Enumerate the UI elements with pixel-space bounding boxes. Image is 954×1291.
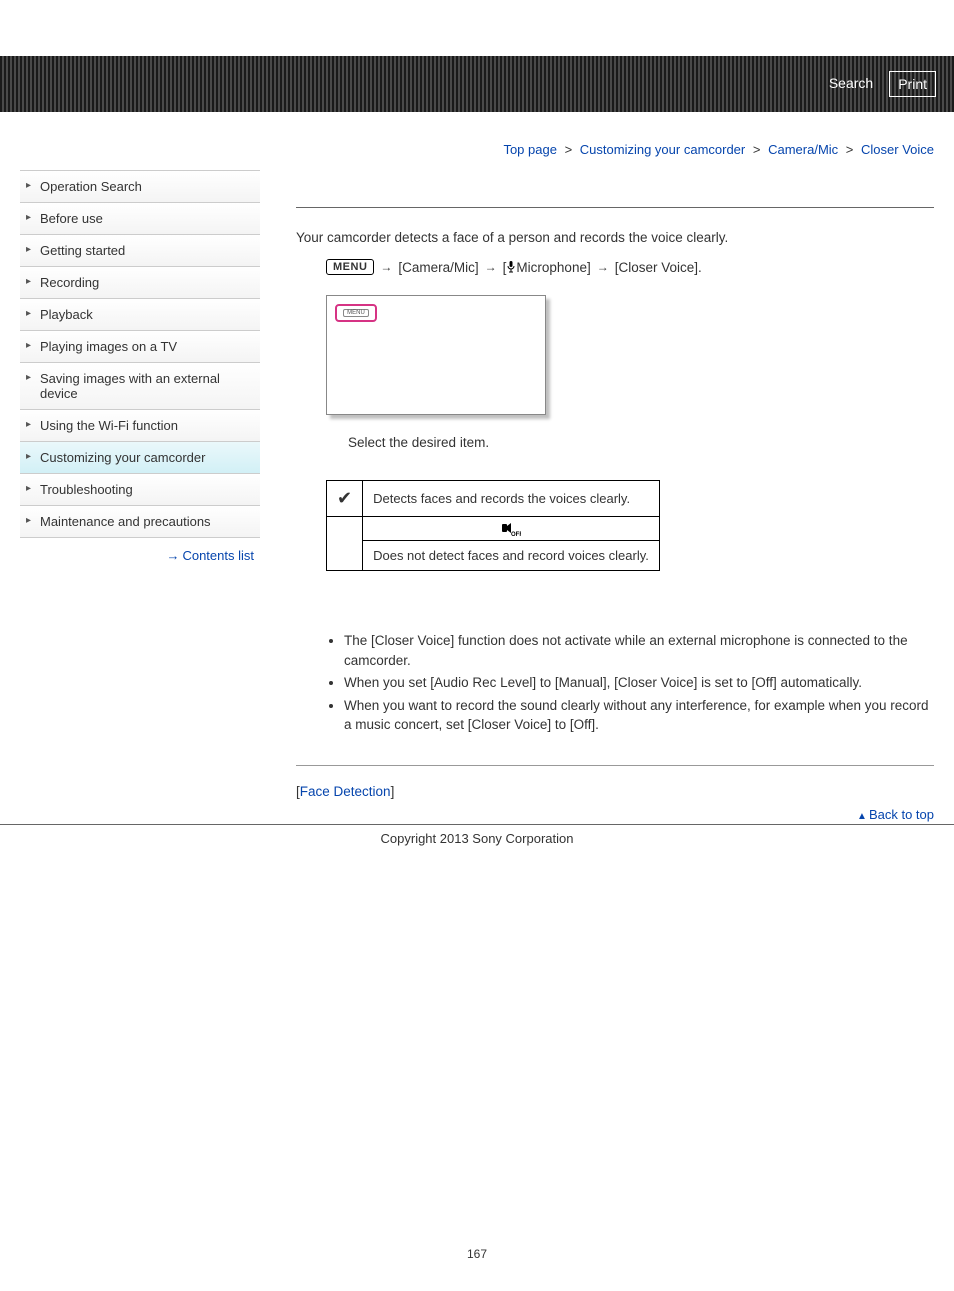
path-segment: [Microphone]	[503, 260, 591, 275]
sidebar-item-label: Operation Search	[40, 179, 142, 194]
note-item: When you want to record the sound clearl…	[344, 696, 934, 735]
path-segment: [Camera/Mic]	[398, 260, 478, 275]
sidebar: Operation Search Before use Getting star…	[20, 112, 260, 822]
check-icon: ✔	[327, 481, 363, 517]
nav-list: Operation Search Before use Getting star…	[20, 170, 260, 538]
arrow-right-icon: →	[380, 260, 392, 274]
table-row: OFF	[327, 517, 660, 541]
sidebar-item-wifi[interactable]: Using the Wi-Fi function	[20, 410, 260, 442]
sidebar-item-label: Customizing your camcorder	[40, 450, 205, 465]
sidebar-item-label: Troubleshooting	[40, 482, 133, 497]
sidebar-item-playing-tv[interactable]: Playing images on a TV	[20, 331, 260, 363]
table-row: Does not detect faces and record voices …	[327, 541, 660, 571]
breadcrumb-l2[interactable]: Camera/Mic	[768, 142, 838, 157]
sidebar-item-label: Using the Wi-Fi function	[40, 418, 178, 433]
path-text: Microphone]	[516, 260, 590, 275]
sidebar-item-saving-external[interactable]: Saving images with an external device	[20, 363, 260, 410]
triangle-up-icon: ▲	[857, 811, 867, 822]
note-item: When you set [Audio Rec Level] to [Manua…	[344, 673, 934, 693]
notes-list: The [Closer Voice] function does not act…	[344, 631, 934, 735]
closer-voice-off-icon: OFF	[501, 521, 521, 537]
sidebar-item-playback[interactable]: Playback	[20, 299, 260, 331]
path-segment: [Closer Voice].	[615, 260, 702, 275]
step-instruction: Select the desired item.	[348, 435, 934, 450]
breadcrumb-top[interactable]: Top page	[503, 142, 557, 157]
intro-text: Your camcorder detects a face of a perso…	[296, 230, 934, 245]
option-on-description: Detects faces and records the voices cle…	[363, 481, 660, 517]
divider	[296, 765, 934, 766]
menu-button-icon: MENU	[326, 259, 374, 275]
related-topic: [Face Detection]	[296, 784, 934, 799]
sidebar-item-label: Playing images on a TV	[40, 339, 177, 354]
sidebar-item-label: Before use	[40, 211, 103, 226]
bracket: ]	[391, 784, 395, 799]
breadcrumb-sep: >	[846, 142, 854, 157]
sidebar-item-recording[interactable]: Recording	[20, 267, 260, 299]
breadcrumb: Top page > Customizing your camcorder > …	[296, 142, 934, 157]
sidebar-item-operation-search[interactable]: Operation Search	[20, 171, 260, 203]
screen-illustration: MENU	[326, 295, 546, 415]
sidebar-item-before-use[interactable]: Before use	[20, 203, 260, 235]
footer-divider	[0, 824, 954, 825]
off-icon-cell: OFF	[363, 517, 660, 541]
sidebar-item-maintenance[interactable]: Maintenance and precautions	[20, 506, 260, 538]
back-to-top: ▲Back to top	[296, 807, 934, 822]
microphone-icon	[506, 261, 516, 273]
divider	[296, 207, 934, 208]
breadcrumb-sep: >	[753, 142, 761, 157]
menu-path: MENU → [Camera/Mic] → [Microphone] → [Cl…	[326, 259, 934, 275]
search-button[interactable]: Search	[821, 71, 881, 97]
sidebar-item-label: Maintenance and precautions	[40, 514, 211, 529]
related-link[interactable]: Face Detection	[300, 784, 391, 799]
arrow-right-icon: →	[597, 260, 609, 274]
empty-cell	[327, 517, 363, 571]
header-banner: Search Print	[0, 56, 954, 112]
svg-text:OFF: OFF	[511, 532, 521, 537]
page-number: 167	[0, 1247, 954, 1261]
sidebar-item-troubleshooting[interactable]: Troubleshooting	[20, 474, 260, 506]
main-content: Top page > Customizing your camcorder > …	[260, 112, 934, 822]
sidebar-item-label: Recording	[40, 275, 99, 290]
sidebar-item-getting-started[interactable]: Getting started	[20, 235, 260, 267]
option-off-description: Does not detect faces and record voices …	[363, 541, 660, 571]
arrow-right-icon: →	[485, 260, 497, 274]
note-item: The [Closer Voice] function does not act…	[344, 631, 934, 670]
table-row: ✔ Detects faces and records the voices c…	[327, 481, 660, 517]
print-button[interactable]: Print	[889, 71, 936, 97]
breadcrumb-l1[interactable]: Customizing your camcorder	[580, 142, 745, 157]
arrow-right-icon: →	[166, 548, 179, 563]
contents-list-link[interactable]: Contents list	[182, 548, 254, 563]
sidebar-item-label: Saving images with an external device	[40, 371, 220, 401]
sidebar-item-label: Getting started	[40, 243, 125, 258]
back-to-top-link[interactable]: Back to top	[869, 807, 934, 822]
breadcrumb-current: Closer Voice	[861, 142, 934, 157]
sidebar-item-customizing[interactable]: Customizing your camcorder	[20, 442, 260, 474]
screen-menu-label: MENU	[343, 309, 369, 317]
breadcrumb-sep: >	[565, 142, 573, 157]
copyright-text: Copyright 2013 Sony Corporation	[0, 831, 954, 846]
sidebar-item-label: Playback	[40, 307, 93, 322]
screen-menu-highlight: MENU	[335, 304, 377, 322]
options-table: ✔ Detects faces and records the voices c…	[326, 480, 660, 571]
